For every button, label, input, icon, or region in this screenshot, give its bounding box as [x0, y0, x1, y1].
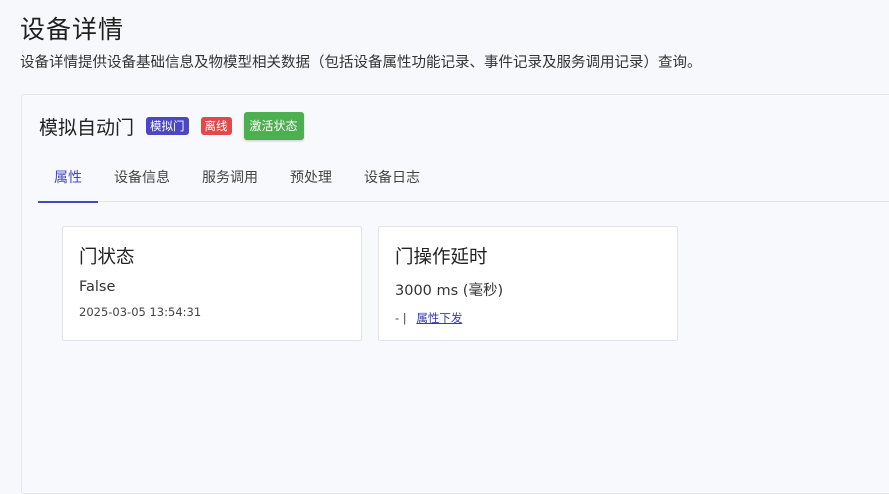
property-value: 3000 ms (毫秒) — [395, 283, 504, 299]
activate-status-button[interactable]: 激活状态 — [243, 112, 304, 140]
device-header: 模拟自动门 模拟门 离线 激活状态 — [39, 112, 304, 140]
device-name: 模拟自动门 — [39, 116, 135, 139]
action-prefix: - | — [395, 311, 407, 325]
device-panel: 模拟自动门 模拟门 离线 激活状态 属性 设备信息 服务调用 预处理 设备日志 … — [21, 94, 889, 494]
tab-bar: 属性 设备信息 服务调用 预处理 设备日志 — [38, 155, 889, 203]
property-card-door-status: 门状态 False 2025-03-05 13:54:31 — [62, 226, 362, 341]
page-title: 设备详情 — [20, 15, 125, 44]
tab-service-call[interactable]: 服务调用 — [186, 155, 274, 201]
tab-device-log[interactable]: 设备日志 — [348, 155, 436, 201]
property-send-link[interactable]: 属性下发 — [416, 311, 462, 325]
property-card-door-delay: 门操作延时 3000 ms (毫秒) - | 属性下发 — [378, 226, 678, 341]
tab-device-info[interactable]: 设备信息 — [98, 155, 186, 201]
property-value: False — [79, 279, 116, 295]
property-title: 门操作延时 — [395, 247, 488, 268]
property-timestamp: 2025-03-05 13:54:31 — [79, 305, 202, 319]
tab-properties[interactable]: 属性 — [38, 155, 98, 203]
property-title: 门状态 — [79, 247, 135, 268]
page-description: 设备详情提供设备基础信息及物模型相关数据（包括设备属性功能记录、事件记录及服务调… — [20, 55, 702, 71]
tab-preprocess[interactable]: 预处理 — [274, 155, 348, 201]
model-badge: 模拟门 — [146, 117, 189, 135]
property-actions: - | 属性下发 — [395, 310, 661, 326]
status-badge: 离线 — [200, 117, 232, 135]
